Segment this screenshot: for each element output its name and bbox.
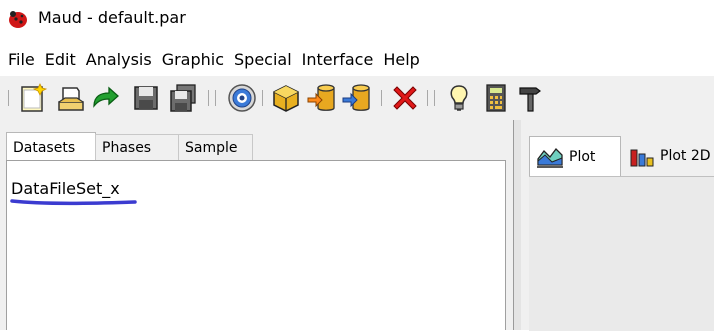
right-panel: Plot Plot 2D [521,120,714,331]
plot-area[interactable] [529,176,714,331]
cube-icon[interactable] [270,82,302,114]
menu-help[interactable]: Help [378,50,424,69]
toolbar-separator [381,90,382,106]
menu-edit[interactable]: Edit [40,50,81,69]
split-pane-divider[interactable] [513,120,521,330]
plot-chart-icon [537,147,563,168]
toolbar-separator [8,90,9,106]
menu-graphic[interactable]: Graphic [157,50,229,69]
menu-analysis[interactable]: Analysis [81,50,157,69]
calculator-icon[interactable] [480,82,512,114]
hammer-icon[interactable] [516,82,548,114]
tab-datasets[interactable]: Datasets [6,132,96,160]
tab-sample[interactable]: Sample [178,134,253,160]
toolbar-separator [208,90,209,106]
delete-x-icon[interactable] [389,82,421,114]
open-file-icon[interactable] [55,82,87,114]
toolbar-separator [215,90,216,106]
title-bar: Maud - default.par [0,0,714,36]
menu-interface[interactable]: Interface [297,50,379,69]
tab-plot-2d[interactable]: Plot 2D [623,136,714,176]
datasets-list: DataFileSet_x [6,160,506,330]
new-file-icon[interactable] [16,82,48,114]
window-title: Maud - default.par [38,8,186,27]
database-export-icon[interactable] [341,82,373,114]
toolbar-separator [427,90,428,106]
left-panel: Datasets Phases Sample DataFileSet_x [0,120,513,330]
lightbulb-icon[interactable] [443,82,475,114]
tab-plot[interactable]: Plot [529,136,621,176]
redo-arrow-icon[interactable] [89,82,121,114]
save-as-icon[interactable] [167,82,199,114]
target-icon[interactable] [226,82,258,114]
tab-plot-2d-label: Plot 2D [660,148,711,164]
tab-phases[interactable]: Phases [95,134,179,160]
tab-plot-label: Plot [569,148,596,165]
toolbar-separator [434,90,435,106]
toolbar-separator [262,90,263,106]
toolbar [0,76,714,120]
annotation-underline [10,199,137,206]
menu-special[interactable]: Special [229,50,297,69]
ladybug-app-icon [9,11,27,28]
database-import-icon[interactable] [306,82,338,114]
menu-file[interactable]: File [0,50,40,69]
save-icon[interactable] [130,82,162,114]
bar-chart-icon [630,149,654,167]
menu-bar: File Edit Analysis Graphic Special Inter… [0,44,714,74]
